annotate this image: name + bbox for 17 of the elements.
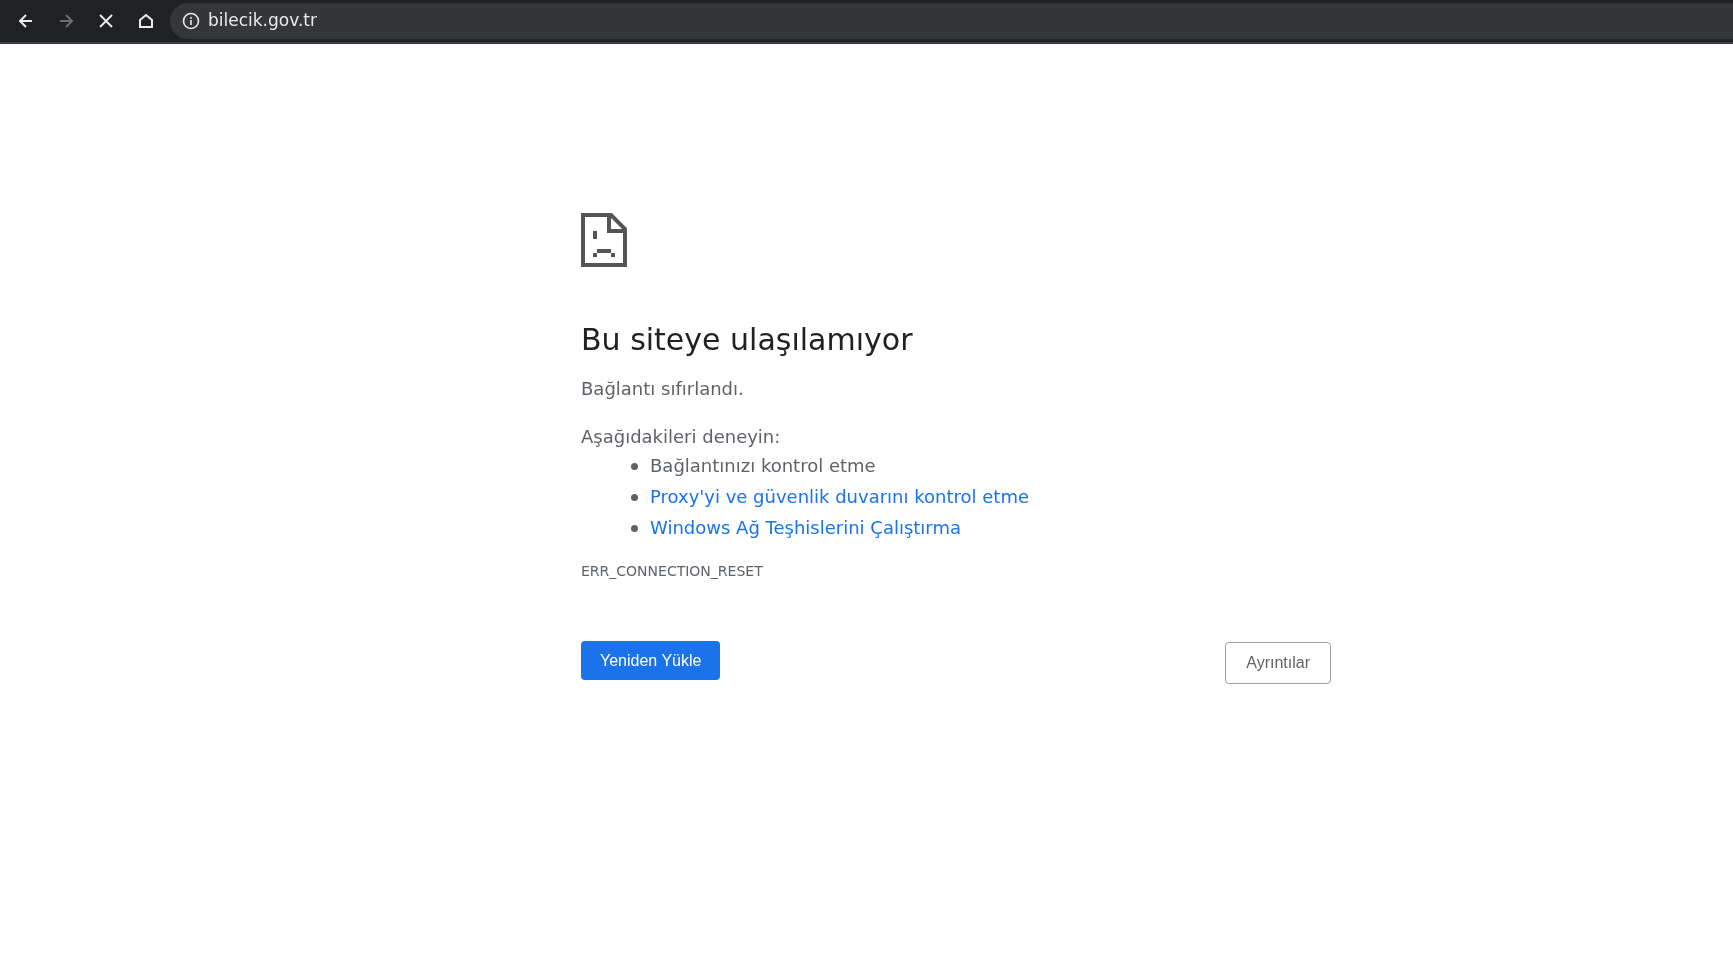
bullet-icon (631, 462, 638, 470)
suggestion-link[interactable]: Proxy'yi ve güvenlik duvarını kontrol etme (650, 482, 1029, 512)
bullet-icon (631, 524, 638, 532)
sad-page-icon (581, 213, 627, 267)
details-button[interactable]: Ayrıntılar (1225, 642, 1331, 684)
address-text: bilecik.gov.tr (208, 9, 317, 33)
address-bar[interactable]: bilecik.gov.tr (170, 3, 1733, 39)
suggestions-heading: Aşağıdakileri deneyin: (581, 425, 782, 449)
reload-button[interactable]: Yeniden Yükle (581, 641, 721, 680)
home-icon (136, 11, 156, 31)
error-code: ERR_CONNECTION_RESET (581, 562, 764, 581)
error-heading: Bu siteye ulaşılamıyor (581, 321, 914, 359)
info-icon (182, 12, 200, 30)
error-message: Bağlantı sıfırlandı. (581, 377, 745, 401)
suggestion-text: Bağlantınızı kontrol etme (650, 454, 876, 478)
suggestion-link[interactable]: Windows Ağ Teşhislerini Çalıştırma (650, 513, 961, 543)
bullet-icon (631, 493, 638, 501)
